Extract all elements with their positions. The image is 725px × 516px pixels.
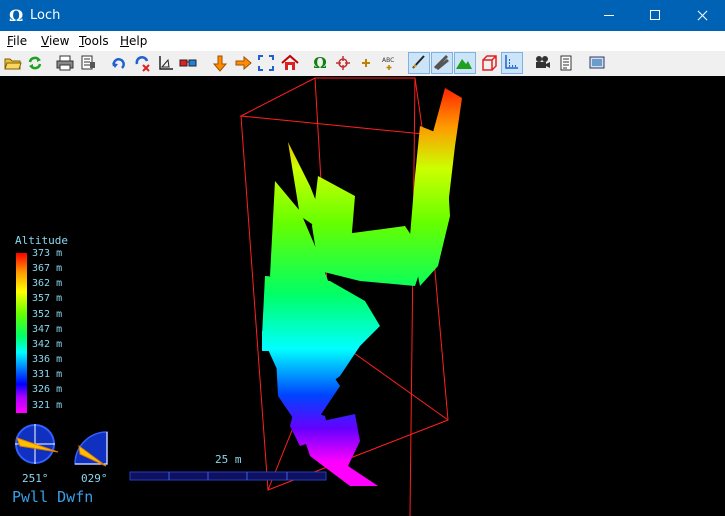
toggle-bounding-box-button[interactable] (480, 54, 498, 72)
compass-heading (15, 424, 59, 464)
menu-view[interactable]: View (41, 34, 69, 48)
window-title: Loch (30, 8, 61, 23)
elevation-button[interactable] (157, 54, 175, 72)
toolbar: Ω ABC (0, 51, 725, 77)
close-button[interactable] (679, 0, 725, 31)
labels-icon: ABC (382, 57, 394, 70)
svg-text:ABC: ABC (382, 57, 394, 64)
tilt-label: 029° (81, 472, 108, 485)
centreline-icon (412, 55, 425, 69)
menu-help[interactable]: Help (120, 34, 147, 48)
omega-icon: Ω (313, 54, 327, 72)
title-bar: Ω Loch (0, 0, 725, 31)
folder-open-icon (4, 58, 22, 70)
toggle-centreline-button[interactable] (408, 52, 430, 74)
legend-label: 352 m (32, 309, 63, 320)
legend-label: 326 m (32, 384, 63, 395)
reverse-icon (135, 56, 150, 72)
legend-label: 321 m (32, 400, 63, 411)
open-file-button[interactable] (4, 54, 22, 72)
minimize-icon (604, 15, 614, 16)
rotate-icon (112, 58, 125, 69)
screen-icon (589, 56, 605, 69)
minimize-button[interactable] (586, 0, 632, 31)
legend-label: 331 m (32, 369, 63, 380)
arrow-down-icon (212, 55, 228, 72)
export-button[interactable] (79, 54, 97, 72)
legend-label: 367 m (32, 263, 63, 274)
legend-label: 342 m (32, 339, 63, 350)
toggle-crosses-button[interactable] (357, 54, 375, 72)
toggle-fixed-points-button[interactable] (334, 54, 352, 72)
heading-label: 251° (22, 472, 49, 485)
crosshair-icon (336, 56, 350, 70)
zoom-extents-button[interactable] (257, 54, 275, 72)
printer-icon (56, 55, 74, 71)
plus-icon (362, 59, 370, 67)
compass-tilt (74, 431, 108, 467)
home-icon (281, 54, 299, 70)
toggle-stations-button[interactable] (501, 52, 523, 74)
toggle-splays-button[interactable] (431, 52, 453, 74)
legend-title: Altitude (15, 234, 68, 247)
fullscreen-icon (258, 55, 274, 71)
legend-label: 362 m (32, 278, 63, 289)
notes-button[interactable] (557, 54, 575, 72)
stereo-button[interactable] (179, 54, 197, 72)
cave-survey-render[interactable] (0, 76, 725, 516)
legend-label: 357 m (32, 293, 63, 304)
rotate-button[interactable] (110, 54, 128, 72)
maximize-button[interactable] (632, 0, 678, 31)
box-icon (482, 55, 497, 71)
menu-tools[interactable]: Tools (79, 34, 109, 48)
toggle-surface-button[interactable] (454, 52, 476, 74)
legend-label: 336 m (32, 354, 63, 365)
refresh-icon (28, 56, 42, 70)
altitude-color-scale (16, 253, 27, 413)
move-right-button[interactable] (234, 54, 252, 72)
toggle-labels-button[interactable]: ABC (380, 54, 398, 72)
surface-icon (456, 59, 472, 69)
menu-bar: File View Tools Help (0, 31, 725, 51)
reload-button[interactable] (26, 54, 44, 72)
maximize-icon (650, 10, 660, 20)
arrow-right-icon (235, 55, 252, 71)
notes-icon (560, 55, 572, 71)
app-omega-icon: Ω (9, 6, 24, 25)
legend-label: 347 m (32, 324, 63, 335)
scale-bar-label: 25 m (215, 453, 242, 466)
cave-3d-viewport[interactable]: Altitude 373 m 367 m 362 m 357 m 352 m 3… (0, 76, 725, 516)
legend-label: 373 m (32, 248, 63, 259)
splays-icon (433, 54, 449, 71)
elevation-icon (159, 56, 173, 70)
toggle-entrances-button[interactable]: Ω (311, 54, 329, 72)
presentation-button[interactable] (533, 54, 551, 72)
export-icon (81, 55, 95, 70)
menu-file[interactable]: File (7, 34, 27, 48)
stereo-glasses-icon (179, 59, 197, 67)
move-down-button[interactable] (211, 54, 229, 72)
fullscreen-button[interactable] (588, 54, 606, 72)
movie-camera-icon (536, 56, 550, 68)
scale-bar (129, 471, 327, 481)
print-button[interactable] (56, 54, 74, 72)
stations-icon (505, 55, 518, 69)
reverse-rotation-button[interactable] (134, 54, 152, 72)
survey-name: Pwll Dwfn (12, 488, 94, 506)
home-view-button[interactable] (281, 54, 299, 72)
